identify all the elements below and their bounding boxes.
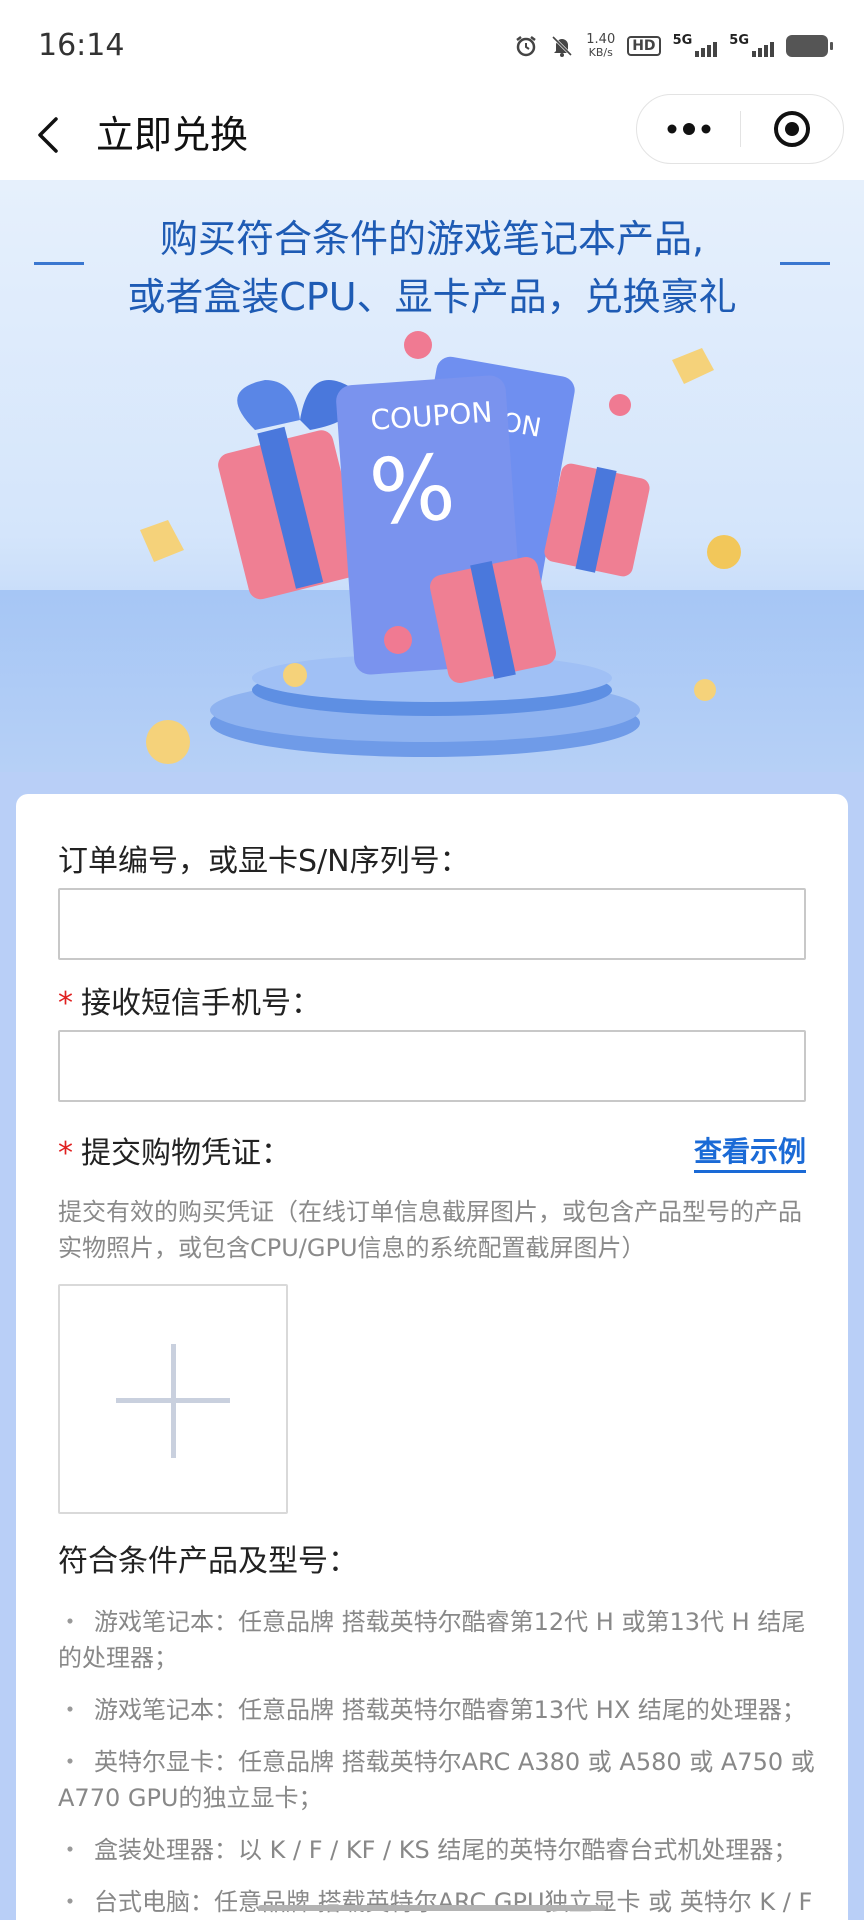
status-bar: 16:14 1.40 KB/s HD 5G 5G — [0, 0, 864, 90]
status-time: 16:14 — [38, 28, 125, 63]
bullet: ・ — [58, 1836, 82, 1864]
proof-hint: 提交有效的购买凭证（在线订单信息截屏图片，或包含产品型号的产品实物照片，或包含C… — [58, 1198, 802, 1262]
coupon-gift-illustration: ON COUPON % — [140, 331, 741, 764]
list-item: ・游戏笔记本：任意品牌 搭载英特尔酷睿第12代 H 或第13代 H 结尾的处理器… — [58, 1604, 828, 1676]
bullet: ・ — [58, 1888, 82, 1916]
phone-label-row: * 接收短信手机号： — [58, 984, 321, 1024]
required-mark: * — [58, 1136, 73, 1171]
upload-image-button[interactable] — [58, 1284, 288, 1514]
status-icons: 1.40 KB/s HD 5G 5G — [514, 28, 833, 64]
list-item: ・游戏笔记本：任意品牌 搭载英特尔酷睿第13代 HX 结尾的处理器； — [58, 1692, 828, 1728]
sim1-type: 5G — [672, 33, 693, 48]
list-item: ・英特尔显卡：任意品牌 搭载英特尔ARC A380 或 A580 或 A750 … — [58, 1744, 828, 1816]
battery-icon — [786, 35, 833, 57]
eligible-products-title: 符合条件产品及型号： — [58, 1544, 358, 1579]
phone-number-input[interactable] — [58, 1030, 806, 1102]
phone-label: 接收短信手机号： — [81, 986, 321, 1021]
sim2-type: 5G — [729, 33, 749, 48]
mute-bell-icon — [550, 34, 574, 58]
list-item-text: 英特尔显卡：任意品牌 搭载英特尔ARC A380 或 A580 或 A750 或… — [58, 1748, 815, 1812]
alarm-icon — [514, 34, 538, 58]
net-speed-unit: KB/s — [588, 46, 613, 59]
net-speed: 1.40 KB/s — [586, 33, 615, 59]
eligible-products-list: ・游戏笔记本：任意品牌 搭载英特尔酷睿第12代 H 或第13代 H 结尾的处理器… — [58, 1604, 828, 1920]
list-item-text: 盒装处理器：以 K / F / KF / KS 结尾的英特尔酷睿台式机处理器； — [94, 1836, 798, 1864]
coupon-percent: % — [366, 435, 459, 546]
page-title: 立即兑换 — [96, 113, 249, 157]
more-dots-icon — [667, 123, 710, 135]
list-item-text: 游戏笔记本：任意品牌 搭载英特尔酷睿第13代 HX 结尾的处理器； — [94, 1696, 806, 1724]
order-number-input[interactable] — [58, 888, 806, 960]
more-options-button[interactable] — [637, 94, 740, 164]
mini-program-capsule — [636, 94, 844, 164]
signal-sim2-icon: 5G — [729, 33, 774, 57]
list-item-text: 台式电脑：任意品牌 搭载英特尔ARC GPU独立显卡 或 英特尔 K / F / — [94, 1888, 813, 1916]
promo-banner: 购买符合条件的游戏笔记本产品, 或者盒装CPU、显卡产品，兑换豪礼 ON COU… — [0, 180, 864, 772]
bullet: ・ — [58, 1696, 82, 1724]
bullet: ・ — [58, 1748, 82, 1776]
exchange-form-card: 订单编号，或显卡S/N序列号： * 接收短信手机号： * 提交购物凭证： 查看示例 … — [16, 794, 848, 1920]
bullet: ・ — [58, 1608, 82, 1636]
order-number-label: 订单编号，或显卡S/N序列号： — [58, 844, 470, 879]
target-close-icon — [773, 111, 810, 147]
list-item: ・台式电脑：任意品牌 搭载英特尔ARC GPU独立显卡 或 英特尔 K / F … — [58, 1884, 828, 1920]
net-speed-value: 1.40 — [586, 32, 616, 47]
home-indicator[interactable] — [258, 1905, 606, 1911]
signal-sim1-icon: 5G — [672, 33, 718, 57]
back-icon[interactable] — [30, 110, 70, 160]
list-item: ・盒装处理器：以 K / F / KF / KS 结尾的英特尔酷睿台式机处理器； — [58, 1832, 828, 1868]
close-mini-program-button[interactable] — [741, 94, 843, 164]
view-example-link[interactable]: 查看示例 — [693, 1134, 806, 1173]
hd-badge: HD — [627, 36, 661, 56]
plus-icon-vertical — [171, 1344, 176, 1458]
proof-label: 提交购物凭证： — [81, 1136, 291, 1171]
list-item-text: 游戏笔记本：任意品牌 搭载英特尔酷睿第12代 H 或第13代 H 结尾的处理器； — [58, 1608, 806, 1672]
proof-label-row: * 提交购物凭证： — [58, 1134, 291, 1174]
nav-bar: 立即兑换 — [0, 90, 864, 180]
required-mark: * — [58, 986, 73, 1021]
